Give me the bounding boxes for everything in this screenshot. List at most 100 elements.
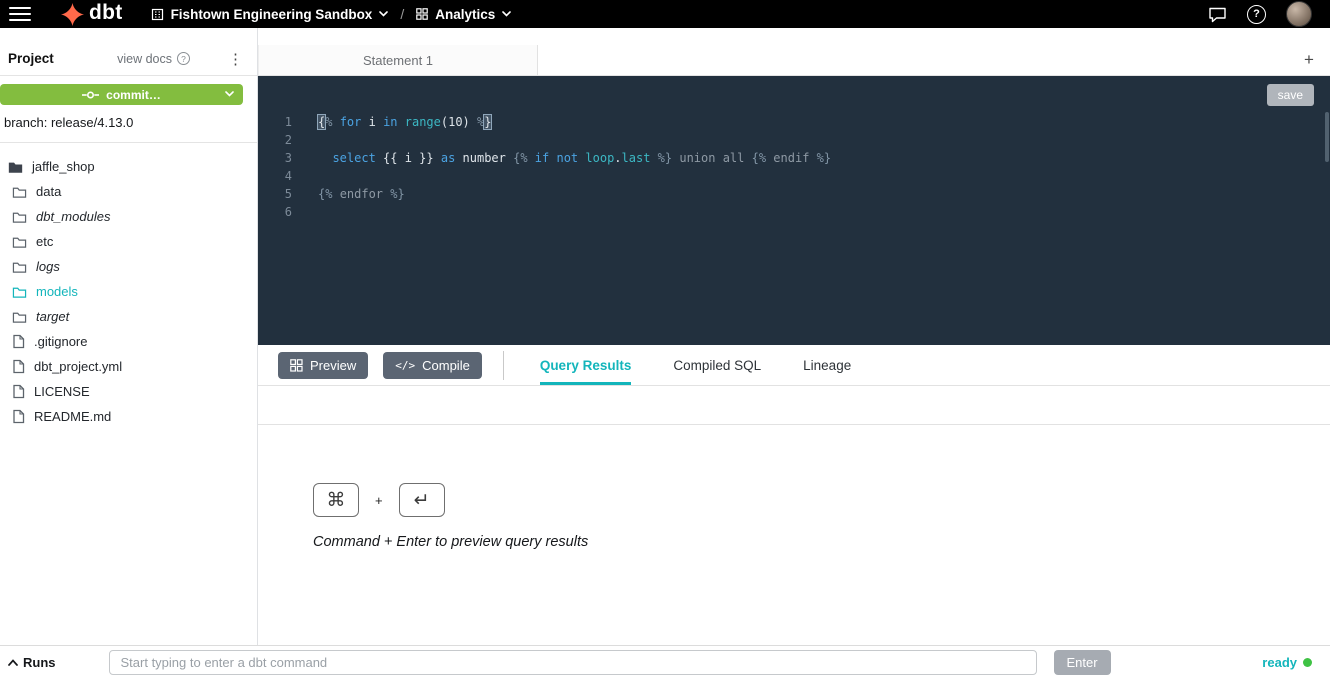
tree-item-target[interactable]: target bbox=[0, 304, 257, 329]
tree-item-README.md[interactable]: README.md bbox=[0, 404, 257, 429]
file-tree: jaffle_shopdatadbt_modulesetc logs models t… bbox=[0, 154, 257, 429]
avatar[interactable] bbox=[1286, 1, 1312, 27]
code-line[interactable]: 3 select {{ i }} as number {% if not loo… bbox=[258, 149, 1330, 167]
new-tab-button[interactable]: + bbox=[1298, 50, 1320, 70]
preview-label: Preview bbox=[310, 358, 356, 373]
editor-scrollbar[interactable] bbox=[1325, 112, 1329, 162]
sidebar: Project view docs ? ⋮ commit… branch: re… bbox=[0, 28, 258, 645]
status-dot-icon bbox=[1303, 658, 1312, 667]
dbt-logo-text: dbt bbox=[89, 1, 123, 25]
tree-item-label: target bbox=[36, 309, 69, 324]
tree-item-label: logs bbox=[36, 259, 60, 274]
tree-item-label: .gitignore bbox=[34, 334, 87, 349]
chevron-down-icon bbox=[225, 91, 234, 97]
line-content: select {{ i }} as number {% if not loop.… bbox=[318, 149, 831, 167]
tree-item-label: dbt_project.yml bbox=[34, 359, 122, 374]
folder-icon bbox=[12, 260, 27, 274]
file-icon bbox=[12, 359, 25, 374]
compile-label: Compile bbox=[422, 358, 470, 373]
chevron-up-icon bbox=[8, 659, 18, 666]
git-commit-icon bbox=[82, 90, 99, 100]
runs-label: Runs bbox=[23, 655, 56, 670]
kebab-menu-icon[interactable]: ⋮ bbox=[224, 50, 247, 68]
tree-item-label: etc bbox=[36, 234, 53, 249]
building-icon bbox=[151, 8, 164, 21]
line-number: 6 bbox=[258, 203, 292, 221]
result-tabs: Query Results Compiled SQL Lineage bbox=[540, 345, 851, 385]
results-pane: ⌘ + ↵ Command + Enter to preview query r… bbox=[258, 386, 1330, 645]
tree-item-label: LICENSE bbox=[34, 384, 90, 399]
tree-item-label: README.md bbox=[34, 409, 111, 424]
save-button[interactable]: save bbox=[1267, 84, 1314, 106]
bottom-bar: Runs Enter ready bbox=[0, 645, 1330, 678]
commit-label: commit… bbox=[106, 88, 161, 102]
code-area[interactable]: 1 {% for i in range(10) %}23 select {{ i … bbox=[258, 76, 1330, 221]
command-key-icon: ⌘ bbox=[313, 483, 359, 517]
tab-statement-1[interactable]: Statement 1 bbox=[258, 45, 538, 75]
org-switcher[interactable]: Fishtown Engineering Sandbox bbox=[151, 7, 389, 22]
tree-item-dbt_modules[interactable]: dbt_modules bbox=[0, 204, 257, 229]
tree-item-label: jaffle_shop bbox=[32, 159, 95, 174]
enter-button[interactable]: Enter bbox=[1054, 650, 1111, 675]
dbt-command-input[interactable] bbox=[109, 650, 1037, 675]
tree-item-label: models bbox=[36, 284, 78, 299]
code-line[interactable]: 6 bbox=[258, 203, 1330, 221]
dbt-logo-icon bbox=[61, 3, 84, 26]
tree-item-dbt_project.yml[interactable]: dbt_project.yml bbox=[0, 354, 257, 379]
project-name: Analytics bbox=[435, 7, 495, 22]
project-switcher[interactable]: Analytics bbox=[416, 7, 511, 22]
results-toolbar: Preview </> Compile Query Results Compile… bbox=[258, 345, 1330, 386]
code-editor[interactable]: save 1 {% for i in range(10) %}23 select … bbox=[258, 76, 1330, 345]
code-line[interactable]: 2 bbox=[258, 131, 1330, 149]
file-icon bbox=[12, 334, 25, 349]
docs-icon: ? bbox=[177, 52, 190, 65]
code-line[interactable]: 1 {% for i in range(10) %} bbox=[258, 113, 1330, 131]
tab-query-results[interactable]: Query Results bbox=[540, 345, 632, 385]
help-glyph: ? bbox=[1253, 8, 1260, 20]
view-docs-label: view docs bbox=[117, 52, 172, 66]
chat-icon[interactable] bbox=[1208, 6, 1227, 23]
commit-button[interactable]: commit… bbox=[0, 84, 243, 105]
tree-item-logs[interactable]: logs bbox=[0, 254, 257, 279]
hint-text: Command + Enter to preview query results bbox=[313, 534, 1330, 550]
line-content: {% for i in range(10) %} bbox=[318, 113, 491, 131]
file-icon bbox=[12, 409, 25, 424]
status-label: ready bbox=[1262, 655, 1297, 670]
hamburger-menu-icon[interactable] bbox=[9, 3, 31, 25]
code-line[interactable]: 4 bbox=[258, 167, 1330, 185]
chevron-down-icon bbox=[379, 11, 388, 17]
folder-icon bbox=[12, 210, 27, 224]
tree-item-data[interactable]: data bbox=[0, 179, 257, 204]
line-number: 5 bbox=[258, 185, 292, 203]
code-brackets-icon: </> bbox=[395, 359, 415, 372]
line-number: 4 bbox=[258, 167, 292, 185]
branch-label: branch: release/4.13.0 bbox=[4, 115, 257, 130]
line-content: {% endfor %} bbox=[318, 185, 405, 203]
tree-item-.gitignore[interactable]: .gitignore bbox=[0, 329, 257, 354]
tree-item-LICENSE[interactable]: LICENSE bbox=[0, 379, 257, 404]
breadcrumb-separator: / bbox=[400, 6, 404, 22]
runs-toggle[interactable]: Runs bbox=[8, 655, 56, 670]
results-header-row bbox=[258, 386, 1330, 425]
editor-tab-bar: Statement 1 + bbox=[258, 28, 1330, 76]
status-indicator: ready bbox=[1262, 655, 1312, 670]
folder-icon bbox=[12, 185, 27, 199]
line-number: 1 bbox=[258, 113, 292, 131]
compile-button[interactable]: </> Compile bbox=[383, 352, 482, 379]
help-icon[interactable]: ? bbox=[1247, 5, 1266, 24]
tree-item-jaffle_shop[interactable]: jaffle_shop bbox=[0, 154, 257, 179]
grid-icon bbox=[416, 8, 428, 20]
tree-item-models[interactable]: models bbox=[0, 279, 257, 304]
view-docs-link[interactable]: view docs ? bbox=[117, 52, 190, 66]
preview-button[interactable]: Preview bbox=[278, 352, 368, 379]
folder-icon bbox=[12, 235, 27, 249]
folder-icon bbox=[12, 285, 27, 299]
tab-lineage[interactable]: Lineage bbox=[803, 345, 851, 385]
code-line[interactable]: 5 {% endfor %} bbox=[258, 185, 1330, 203]
divider bbox=[0, 142, 257, 143]
divider bbox=[503, 351, 504, 380]
dbt-logo[interactable]: dbt bbox=[61, 2, 123, 26]
tree-item-etc[interactable]: etc bbox=[0, 229, 257, 254]
tab-compiled-sql[interactable]: Compiled SQL bbox=[673, 345, 761, 385]
enter-key-icon: ↵ bbox=[399, 483, 445, 517]
